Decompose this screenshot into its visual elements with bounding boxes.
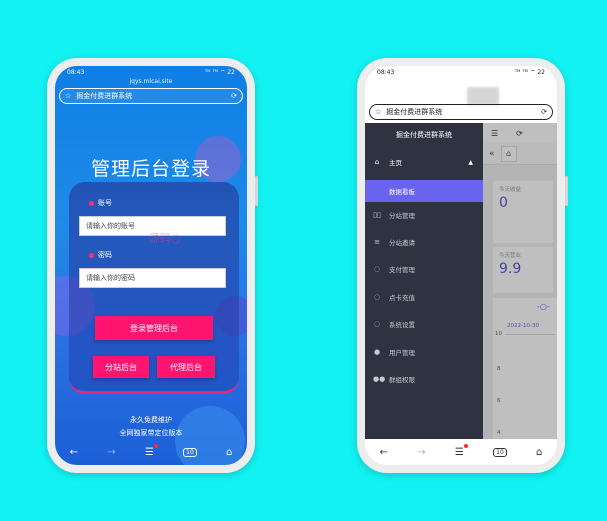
sidebar-item-label: 点卡充值 bbox=[389, 294, 415, 302]
sidebar-item-label: 分站邀请 bbox=[389, 239, 415, 247]
grid-icon: ▯▯ bbox=[373, 211, 381, 219]
status-time: 08:43 bbox=[67, 68, 85, 76]
login-button[interactable]: 登录管理后台 bbox=[95, 316, 213, 340]
login-card: 账号 请输入你的账号 源码○ 密码 请输入你的密码 登录管理后台 分站后台 代理… bbox=[69, 182, 239, 394]
page-title-text: 掘金付费进群系统 bbox=[386, 108, 443, 116]
bottom-nav: ← → ☰ 10 ⌂ bbox=[55, 439, 247, 465]
menu-icon[interactable]: ☰ bbox=[144, 443, 158, 458]
login-title: 管理后台登录 bbox=[90, 158, 211, 180]
sidebar-item-label: 分站管理 bbox=[389, 212, 415, 220]
status-icons: ᵀᴹ ᵀᴹ ⌔ 22 bbox=[204, 69, 235, 76]
notification-dot bbox=[463, 443, 468, 448]
sliders-icon: ≡ bbox=[374, 238, 380, 246]
status-bar: 08:43 ᵀᴹ ᵀᴹ ⌔ 22 bbox=[55, 66, 247, 78]
sidebar-item-users[interactable]: ● 用户管理 bbox=[365, 341, 483, 363]
footer-line2: 全网独家带定位版本 bbox=[119, 429, 183, 437]
shield-icon: ◌ bbox=[373, 265, 381, 273]
bullet-icon bbox=[89, 252, 94, 258]
address-bar[interactable]: ☆ 掘金付费进群系统 ⟳ bbox=[369, 104, 553, 120]
volume-button bbox=[255, 176, 258, 206]
sidebar-item-group-permission[interactable]: ●● 群组权限 bbox=[365, 368, 483, 390]
password-input[interactable]: 请输入你的密码 bbox=[79, 268, 226, 288]
sidebar-item-settings[interactable]: ◌ 系统设置 bbox=[365, 313, 483, 335]
bullet-icon bbox=[89, 200, 94, 206]
sidebar-item-label: 用户管理 bbox=[389, 349, 415, 357]
volume-button bbox=[565, 176, 568, 206]
status-icons: ᵀᴹ ᵀᴹ ⌔ 22 bbox=[514, 69, 545, 76]
back-icon[interactable]: ← bbox=[70, 447, 78, 458]
home-icon: ⌂ bbox=[374, 158, 380, 166]
branch-button[interactable]: 分站后台 bbox=[93, 356, 149, 378]
menu-glyph: ☰ bbox=[144, 446, 154, 458]
status-bar: 08:43 ᵀᴹ ᵀᴹ ⌔ 22 bbox=[365, 66, 557, 78]
url-text: jqys.mlcai.site bbox=[129, 78, 173, 85]
sidebar-item-label: 支付管理 bbox=[389, 266, 415, 274]
tabs-icon[interactable]: 10 bbox=[493, 447, 507, 457]
sidebar-title: 掘金付费进群系统 bbox=[396, 131, 452, 139]
menu-icon[interactable]: ☰ bbox=[454, 443, 468, 458]
caret-up-icon: ▲ bbox=[468, 158, 473, 166]
blurred-url bbox=[467, 87, 499, 105]
sidebar-item-branch-invite[interactable]: ≡ 分站邀请 bbox=[365, 231, 483, 253]
forward-icon[interactable]: → bbox=[417, 447, 425, 458]
bottom-nav: ← → ☰ 10 ⌂ bbox=[365, 439, 557, 465]
admin-screen: 08:43 ᵀᴹ ᵀᴹ ⌔ 22 ☆ 掘金付费进群系统 ⟳ ☰ ⟳ « ⌂ 今天… bbox=[365, 66, 557, 465]
star-icon[interactable]: ☆ bbox=[65, 92, 71, 100]
refresh-icon[interactable]: ⟳ bbox=[231, 92, 237, 100]
password-label-text: 密码 bbox=[98, 251, 112, 259]
login-screen: 08:43 ᵀᴹ ᵀᴹ ⌔ 22 jqys.mlcai.site ☆ 掘金付费进… bbox=[55, 66, 247, 465]
sidebar-item-payment[interactable]: ◌ 支付管理 bbox=[365, 258, 483, 280]
notification-dot bbox=[153, 443, 158, 448]
sidebar-item-home[interactable]: ⌂ 主页 ▲ bbox=[365, 151, 483, 173]
sidebar-item-dashboard[interactable]: 数据看板 bbox=[365, 180, 483, 202]
check-circle-icon: ◌ bbox=[373, 320, 381, 328]
forward-icon[interactable]: → bbox=[107, 447, 115, 458]
overlay-mask[interactable] bbox=[483, 123, 557, 439]
sidebar: 掘金付费进群系统 ⌂ 主页 ▲ 数据看板 ▯▯ 分站管理 ≡ 分站邀请 ◌ 支付… bbox=[365, 123, 483, 439]
sidebar-item-label: 主页 bbox=[389, 159, 402, 167]
account-label-text: 账号 bbox=[98, 199, 112, 207]
agent-button[interactable]: 代理后台 bbox=[157, 356, 215, 378]
star-icon[interactable]: ☆ bbox=[375, 108, 381, 116]
watermark: 源码○ bbox=[149, 232, 181, 245]
user-icon: ● bbox=[373, 348, 381, 356]
page-title-text: 掘金付费进群系统 bbox=[76, 92, 133, 100]
status-time: 08:43 bbox=[377, 68, 395, 76]
menu-glyph: ☰ bbox=[454, 446, 464, 458]
sidebar-item-card-recharge[interactable]: ◌ 点卡充值 bbox=[365, 286, 483, 308]
sidebar-item-label: 群组权限 bbox=[389, 376, 415, 384]
tabs-icon[interactable]: 10 bbox=[183, 447, 197, 457]
phone-right: 08:43 ᵀᴹ ᵀᴹ ⌔ 22 ☆ 掘金付费进群系统 ⟳ ☰ ⟳ « ⌂ 今天… bbox=[357, 58, 568, 473]
back-icon[interactable]: ← bbox=[380, 447, 388, 458]
users-icon: ●● bbox=[373, 375, 386, 383]
account-label: 账号 bbox=[89, 198, 112, 208]
password-label: 密码 bbox=[89, 250, 112, 260]
shield-icon: ◌ bbox=[373, 293, 381, 301]
home-icon[interactable]: ⌂ bbox=[226, 447, 232, 458]
footer-line1: 永久免费维护 bbox=[130, 416, 172, 424]
phone-left: 08:43 ᵀᴹ ᵀᴹ ⌔ 22 jqys.mlcai.site ☆ 掘金付费进… bbox=[47, 58, 258, 473]
sidebar-item-label: 系统设置 bbox=[389, 321, 415, 329]
refresh-icon[interactable]: ⟳ bbox=[541, 108, 547, 116]
sidebar-item-branch-manage[interactable]: ▯▯ 分站管理 bbox=[365, 204, 483, 226]
address-bar[interactable]: ☆ 掘金付费进群系统 ⟳ bbox=[59, 88, 243, 104]
home-icon[interactable]: ⌂ bbox=[536, 447, 542, 458]
